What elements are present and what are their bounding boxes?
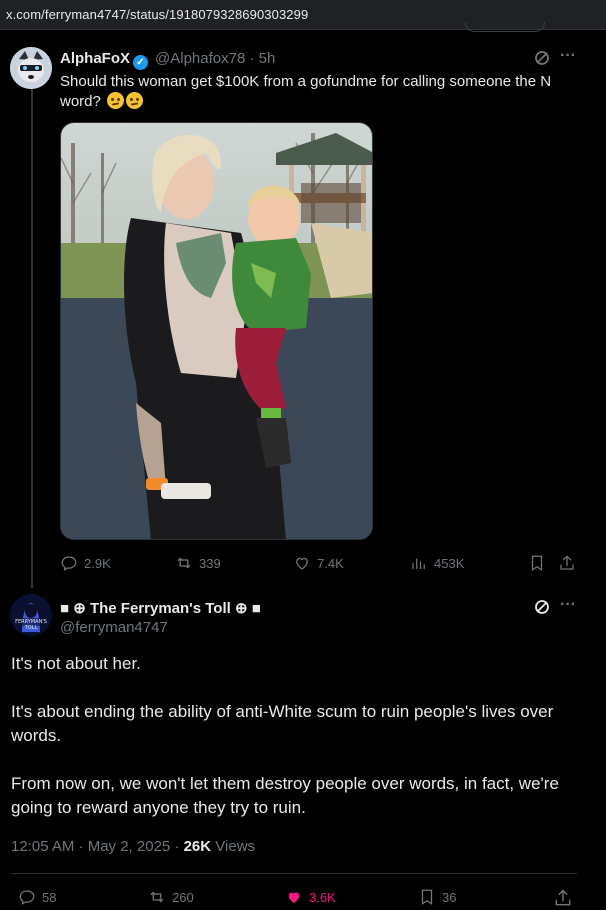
reply-count: 58 bbox=[42, 889, 57, 905]
grok-icon[interactable] bbox=[534, 599, 550, 620]
tweet-media-photo[interactable] bbox=[60, 122, 373, 540]
grok-icon[interactable] bbox=[534, 50, 550, 71]
like-count: 3.6K bbox=[309, 889, 336, 905]
bookmark-count: 36 bbox=[442, 889, 457, 905]
bookmark-icon[interactable] bbox=[528, 554, 548, 574]
raised-eyebrow-emoji-icon bbox=[126, 92, 144, 109]
svg-text:TOLL: TOLL bbox=[24, 625, 38, 631]
bookmark-icon bbox=[421, 889, 433, 905]
reply-action-main[interactable]: 58 bbox=[18, 888, 56, 906]
thread-line bbox=[31, 88, 33, 588]
repost-action[interactable]: 339 bbox=[175, 554, 221, 572]
repost-count: 339 bbox=[199, 555, 221, 571]
reply-icon bbox=[61, 556, 77, 571]
author-name-text[interactable]: AlphaFoX bbox=[60, 50, 130, 67]
tweet-paragraph-1: It's not about her. bbox=[11, 654, 141, 673]
tweet-views-label: Views bbox=[211, 838, 256, 855]
views-icon bbox=[412, 558, 425, 569]
tweet-paragraph-2: It's about ending the ability of anti-Wh… bbox=[11, 702, 554, 745]
repost-count: 260 bbox=[172, 889, 194, 905]
url-text[interactable]: x.com/ferryman4747/status/19180793286903… bbox=[6, 7, 308, 22]
tweet-meta: 12:05 AM · May 2, 2025 · 26K Views bbox=[11, 838, 255, 855]
browser-pill bbox=[465, 22, 545, 32]
share-icon[interactable] bbox=[553, 888, 573, 908]
avatar-alphafox[interactable] bbox=[10, 47, 52, 89]
bookmark-action-main[interactable]: 36 bbox=[418, 888, 456, 906]
author-handle-ferryman[interactable]: @ferryman4747 bbox=[60, 619, 168, 636]
tweet-timestamp[interactable]: 12:05 AM · May 2, 2025 · bbox=[11, 838, 184, 855]
more-icon[interactable]: ··· bbox=[560, 47, 576, 65]
more-icon[interactable]: ··· bbox=[560, 596, 576, 614]
author-name-ferryman[interactable]: ■ ⊕ The Ferryman's Toll ⊕ ■ bbox=[60, 599, 261, 617]
verified-icon: ✓ bbox=[133, 55, 148, 70]
divider bbox=[11, 873, 577, 874]
quoted-tweet-text: Should this woman get $100K from a gofun… bbox=[60, 72, 580, 112]
like-icon bbox=[288, 892, 300, 903]
author-name-alphafox[interactable]: AlphaFoX ✓ bbox=[60, 50, 148, 70]
reply-count: 2.9K bbox=[84, 555, 111, 571]
reply-icon bbox=[19, 890, 35, 905]
avatar-ferryman[interactable]: FERRYMAN'S TOLL bbox=[10, 594, 52, 636]
browser-url-bar[interactable]: x.com/ferryman4747/status/19180793286903… bbox=[0, 0, 606, 32]
like-count: 7.4K bbox=[317, 555, 344, 571]
views-action[interactable]: 453K bbox=[410, 554, 464, 572]
like-icon bbox=[296, 557, 308, 570]
share-icon[interactable] bbox=[558, 554, 578, 574]
reply-action[interactable]: 2.9K bbox=[60, 554, 111, 572]
tweet-paragraph-3: From now on, we won't let them destroy p… bbox=[11, 774, 559, 817]
like-action-main[interactable]: 3.6K bbox=[285, 888, 336, 906]
thinking-emoji-icon bbox=[107, 92, 125, 109]
views-count: 453K bbox=[434, 555, 465, 571]
repost-icon bbox=[177, 557, 191, 569]
tweet-views-count: 26K bbox=[183, 838, 212, 855]
like-action[interactable]: 7.4K bbox=[293, 554, 344, 572]
repost-icon bbox=[150, 891, 164, 903]
author-handle-time[interactable]: @Alphafox78 · 5h bbox=[155, 50, 275, 67]
repost-action-main[interactable]: 260 bbox=[148, 888, 194, 906]
